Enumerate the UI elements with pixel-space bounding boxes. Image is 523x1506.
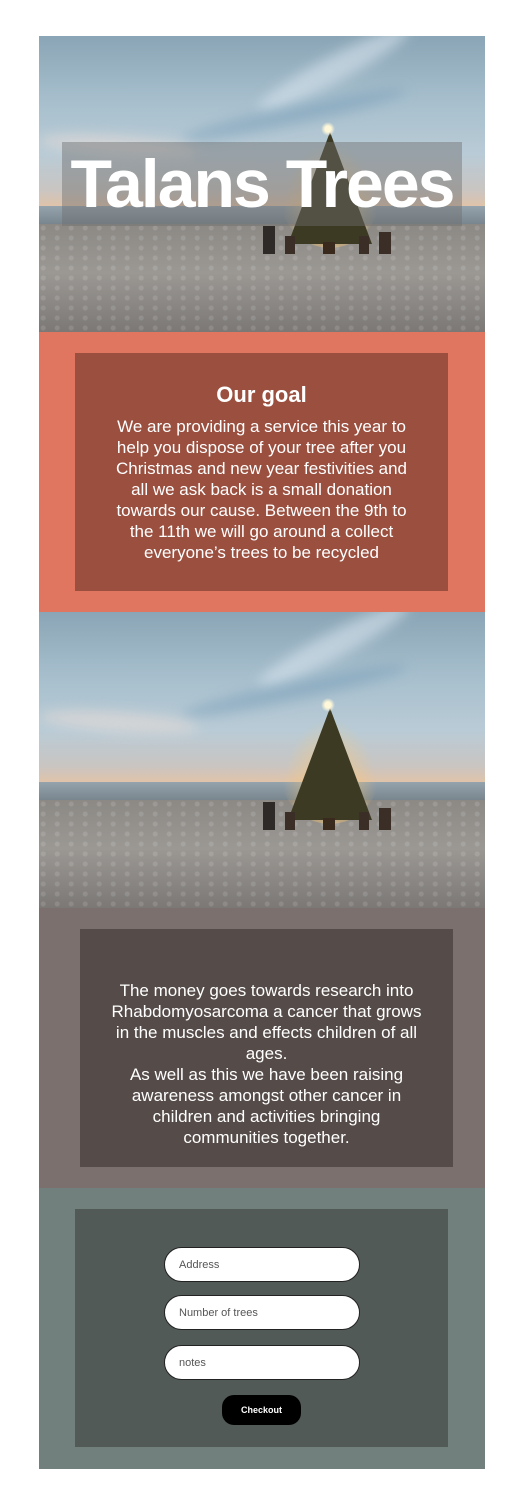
goal-section: Our goal We are providing a service this…: [39, 332, 485, 612]
checkout-form: Checkout: [75, 1209, 448, 1447]
notes-input[interactable]: [164, 1345, 360, 1380]
hero-image: Talans Trees: [39, 36, 485, 332]
money-section: The money goes towards research into Rha…: [39, 908, 485, 1188]
tree-star: [321, 698, 335, 712]
page: Talans Trees Our goal We are providing a…: [39, 36, 485, 1469]
beach-chairs: [263, 802, 393, 832]
checkout-button[interactable]: Checkout: [222, 1395, 301, 1425]
number-of-trees-input[interactable]: [164, 1295, 360, 1330]
money-text-research: The money goes towards research into Rha…: [111, 981, 422, 1063]
money-card: The money goes towards research into Rha…: [80, 929, 453, 1167]
sand: [39, 224, 485, 332]
sand: [39, 800, 485, 908]
cloud: [39, 706, 200, 738]
money-text: The money goes towards research into Rha…: [110, 980, 423, 1148]
goal-text: We are providing a service this year to …: [115, 417, 408, 562]
site-title: Talans Trees: [70, 146, 456, 222]
form-section: Checkout: [39, 1188, 485, 1469]
goal-heading: Our goal: [216, 382, 307, 407]
address-input[interactable]: [164, 1247, 360, 1282]
secondary-image: [39, 612, 485, 908]
beach-chairs: [263, 226, 393, 256]
money-text-awareness: As well as this we have been raising awa…: [129, 1065, 404, 1147]
goal-card: Our goal We are providing a service this…: [75, 353, 448, 591]
tree-star: [321, 122, 335, 136]
